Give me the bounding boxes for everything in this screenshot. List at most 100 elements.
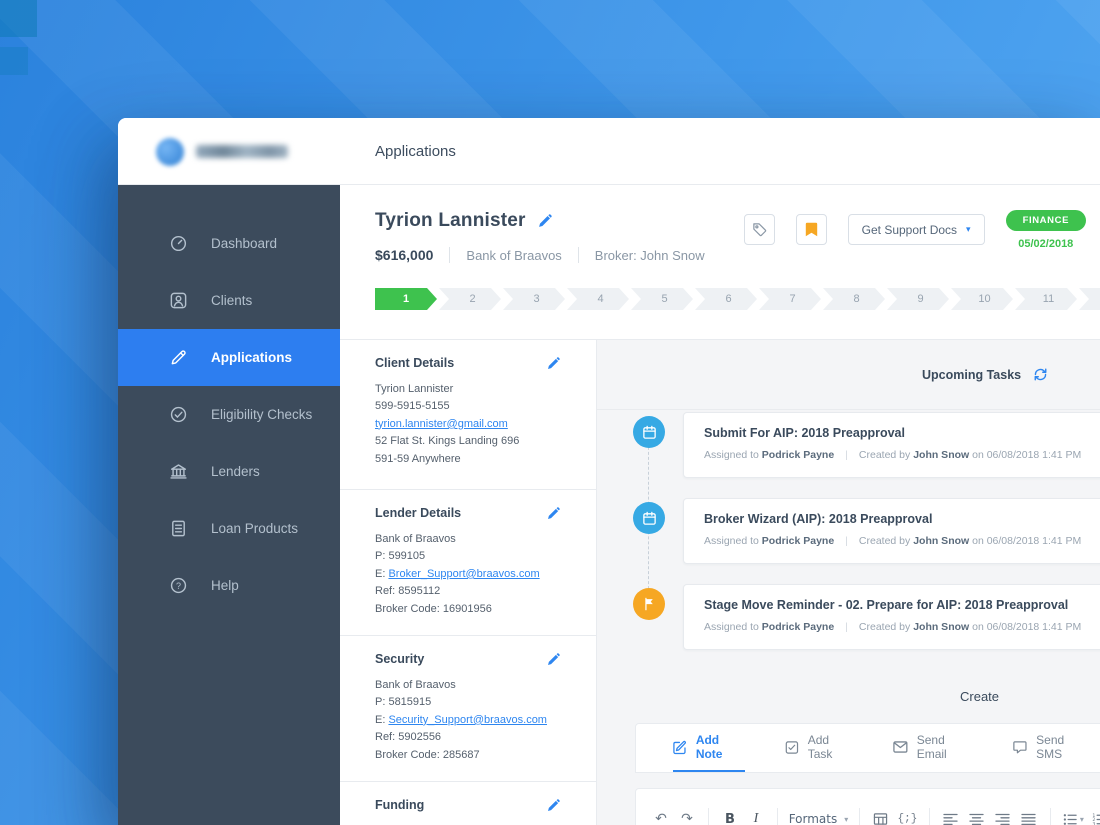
tag-button[interactable] <box>744 214 775 245</box>
details-panel: Client Details Tyrion Lannister 599-5915… <box>340 340 597 825</box>
logo-mark-blurred <box>156 138 184 166</box>
create-heading: Create <box>960 689 999 704</box>
stepper-step-5[interactable]: 5 <box>631 288 693 310</box>
align-left-icon <box>943 813 958 825</box>
sidebar-item-eligibility-checks[interactable]: Eligibility Checks <box>118 386 340 443</box>
note-editor-toolbar: ↶ ↷ B I Formats ▾ {;} <box>635 788 1100 825</box>
align-justify-button[interactable] <box>1016 806 1042 825</box>
edit-lender-details-icon[interactable] <box>547 507 560 520</box>
assignee-name: Podrick Payne <box>762 621 834 633</box>
card-title: Client Details <box>375 356 454 370</box>
align-left-button[interactable] <box>938 806 964 825</box>
bullet-list-button[interactable]: ▾ <box>1059 806 1088 825</box>
sidebar-item-clients[interactable]: Clients <box>118 272 340 329</box>
security-broker-code: Broker Code: 285687 <box>375 747 576 764</box>
stepper-step-4[interactable]: 4 <box>567 288 629 310</box>
task-title: Stage Move Reminder - 02. Prepare for AI… <box>704 598 1100 612</box>
bank-icon <box>168 462 188 482</box>
sidebar-item-dashboard[interactable]: Dashboard <box>118 215 340 272</box>
tab-label: Add Task <box>808 733 853 761</box>
edit-funding-icon[interactable] <box>547 799 560 812</box>
upcoming-tasks-header: Upcoming Tasks <box>597 340 1100 410</box>
sidebar-item-label: Eligibility Checks <box>211 407 312 422</box>
edit-client-details-icon[interactable] <box>547 357 560 370</box>
security-ref: Ref: 5902556 <box>375 729 576 746</box>
stepper-step-10[interactable]: 10 <box>951 288 1013 310</box>
loan-amount: $616,000 <box>375 247 433 263</box>
calendar-icon <box>633 502 665 534</box>
svg-text:?: ? <box>175 581 180 591</box>
tab-add-task[interactable]: Add Task <box>785 724 853 772</box>
content-area: Client Details Tyrion Lannister 599-5915… <box>340 340 1100 825</box>
chevron-down-icon: ▾ <box>966 225 971 235</box>
task-card[interactable]: Submit For AIP: 2018 Preapproval Assigne… <box>683 412 1100 478</box>
finance-status: FINANCE 05/02/2018 <box>1006 210 1086 250</box>
check-circle-icon <box>168 405 188 425</box>
stepper-step-3[interactable]: 3 <box>503 288 565 310</box>
sidebar-item-loan-products[interactable]: Loan Products <box>118 500 340 557</box>
main-content: Tyrion Lannister $616,000 Bank of Braavo… <box>340 185 1100 825</box>
refresh-icon[interactable] <box>1033 367 1048 382</box>
stepper-step-6[interactable]: 6 <box>695 288 757 310</box>
header-actions: Get Support Docs ▾ FINANCE 05/02/2018 <box>744 214 1086 250</box>
sidebar-item-label: Lenders <box>211 464 260 479</box>
get-support-docs-label: Get Support Docs <box>862 223 957 237</box>
security-email-link[interactable]: Security_Support@braavos.com <box>388 714 547 726</box>
italic-button[interactable]: I <box>743 806 769 825</box>
stepper-step-11[interactable]: 11 <box>1015 288 1077 310</box>
calendar-icon <box>633 416 665 448</box>
align-right-icon <box>995 813 1010 825</box>
flag-icon <box>633 588 665 620</box>
align-center-icon <box>969 813 984 825</box>
redo-button[interactable]: ↷ <box>674 806 700 825</box>
desktop-background: { "app": { "page_title": "Applications" … <box>0 0 1100 825</box>
edit-client-name-icon[interactable] <box>538 214 552 228</box>
sidebar-item-label: Clients <box>211 293 252 308</box>
background-decor-square <box>0 0 37 37</box>
stepper-step-12[interactable]: 12 <box>1079 288 1100 310</box>
assignee-name: Podrick Payne <box>762 535 834 547</box>
app-header: Applications <box>118 118 1100 185</box>
lender-ref: Ref: 8595112 <box>375 583 576 600</box>
tab-label: Add Note <box>696 733 745 761</box>
tab-send-sms[interactable]: Send SMS <box>1013 724 1089 772</box>
lender-email-link[interactable]: Broker_Support@braavos.com <box>388 568 539 580</box>
bookmark-icon <box>805 222 818 237</box>
toolbar-divider <box>708 808 709 825</box>
bold-button[interactable]: B <box>717 806 743 825</box>
sms-icon <box>1013 740 1027 755</box>
sidebar-item-applications[interactable]: Applications <box>118 329 340 386</box>
sidebar-item-help[interactable]: ? Help <box>118 557 340 614</box>
align-justify-icon <box>1021 813 1036 825</box>
code-sample-button[interactable]: {;} <box>894 806 921 825</box>
align-right-button[interactable] <box>990 806 1016 825</box>
stepper-step-1[interactable]: 1 <box>375 288 437 310</box>
tab-add-note[interactable]: Add Note <box>673 724 745 772</box>
stepper-step-2[interactable]: 2 <box>439 288 501 310</box>
client-name: Tyrion Lannister <box>375 210 526 232</box>
stepper-step-9[interactable]: 9 <box>887 288 949 310</box>
undo-button[interactable]: ↶ <box>648 806 674 825</box>
numbered-list-icon: 123 <box>1092 813 1100 825</box>
edit-security-icon[interactable] <box>547 653 560 666</box>
task-card[interactable]: Stage Move Reminder - 02. Prepare for AI… <box>683 584 1100 650</box>
tab-send-email[interactable]: Send Email <box>893 724 973 772</box>
sidebar-item-lenders[interactable]: Lenders <box>118 443 340 500</box>
client-header: Tyrion Lannister $616,000 Bank of Braavo… <box>340 185 1100 340</box>
insert-table-button[interactable] <box>868 806 894 825</box>
stepper-step-7[interactable]: 7 <box>759 288 821 310</box>
task-card[interactable]: Broker Wizard (AIP): 2018 Preapproval As… <box>683 498 1100 564</box>
toolbar-divider <box>929 808 930 825</box>
align-center-button[interactable] <box>964 806 990 825</box>
client-email-link[interactable]: tyrion.lannister@gmail.com <box>375 418 508 430</box>
get-support-docs-button[interactable]: Get Support Docs ▾ <box>848 214 985 245</box>
task-meta: Assigned to Podrick Payne | Created by J… <box>704 535 1100 547</box>
stepper-step-8[interactable]: 8 <box>823 288 885 310</box>
task-title: Submit For AIP: 2018 Preapproval <box>704 426 1100 440</box>
tab-label: Send SMS <box>1036 733 1089 761</box>
note-icon <box>673 740 687 755</box>
formats-dropdown[interactable]: Formats ▾ <box>786 806 851 825</box>
numbered-list-button[interactable]: 123 ▾ <box>1088 806 1100 825</box>
bookmark-button[interactable] <box>796 214 827 245</box>
dashboard-icon <box>168 234 188 254</box>
